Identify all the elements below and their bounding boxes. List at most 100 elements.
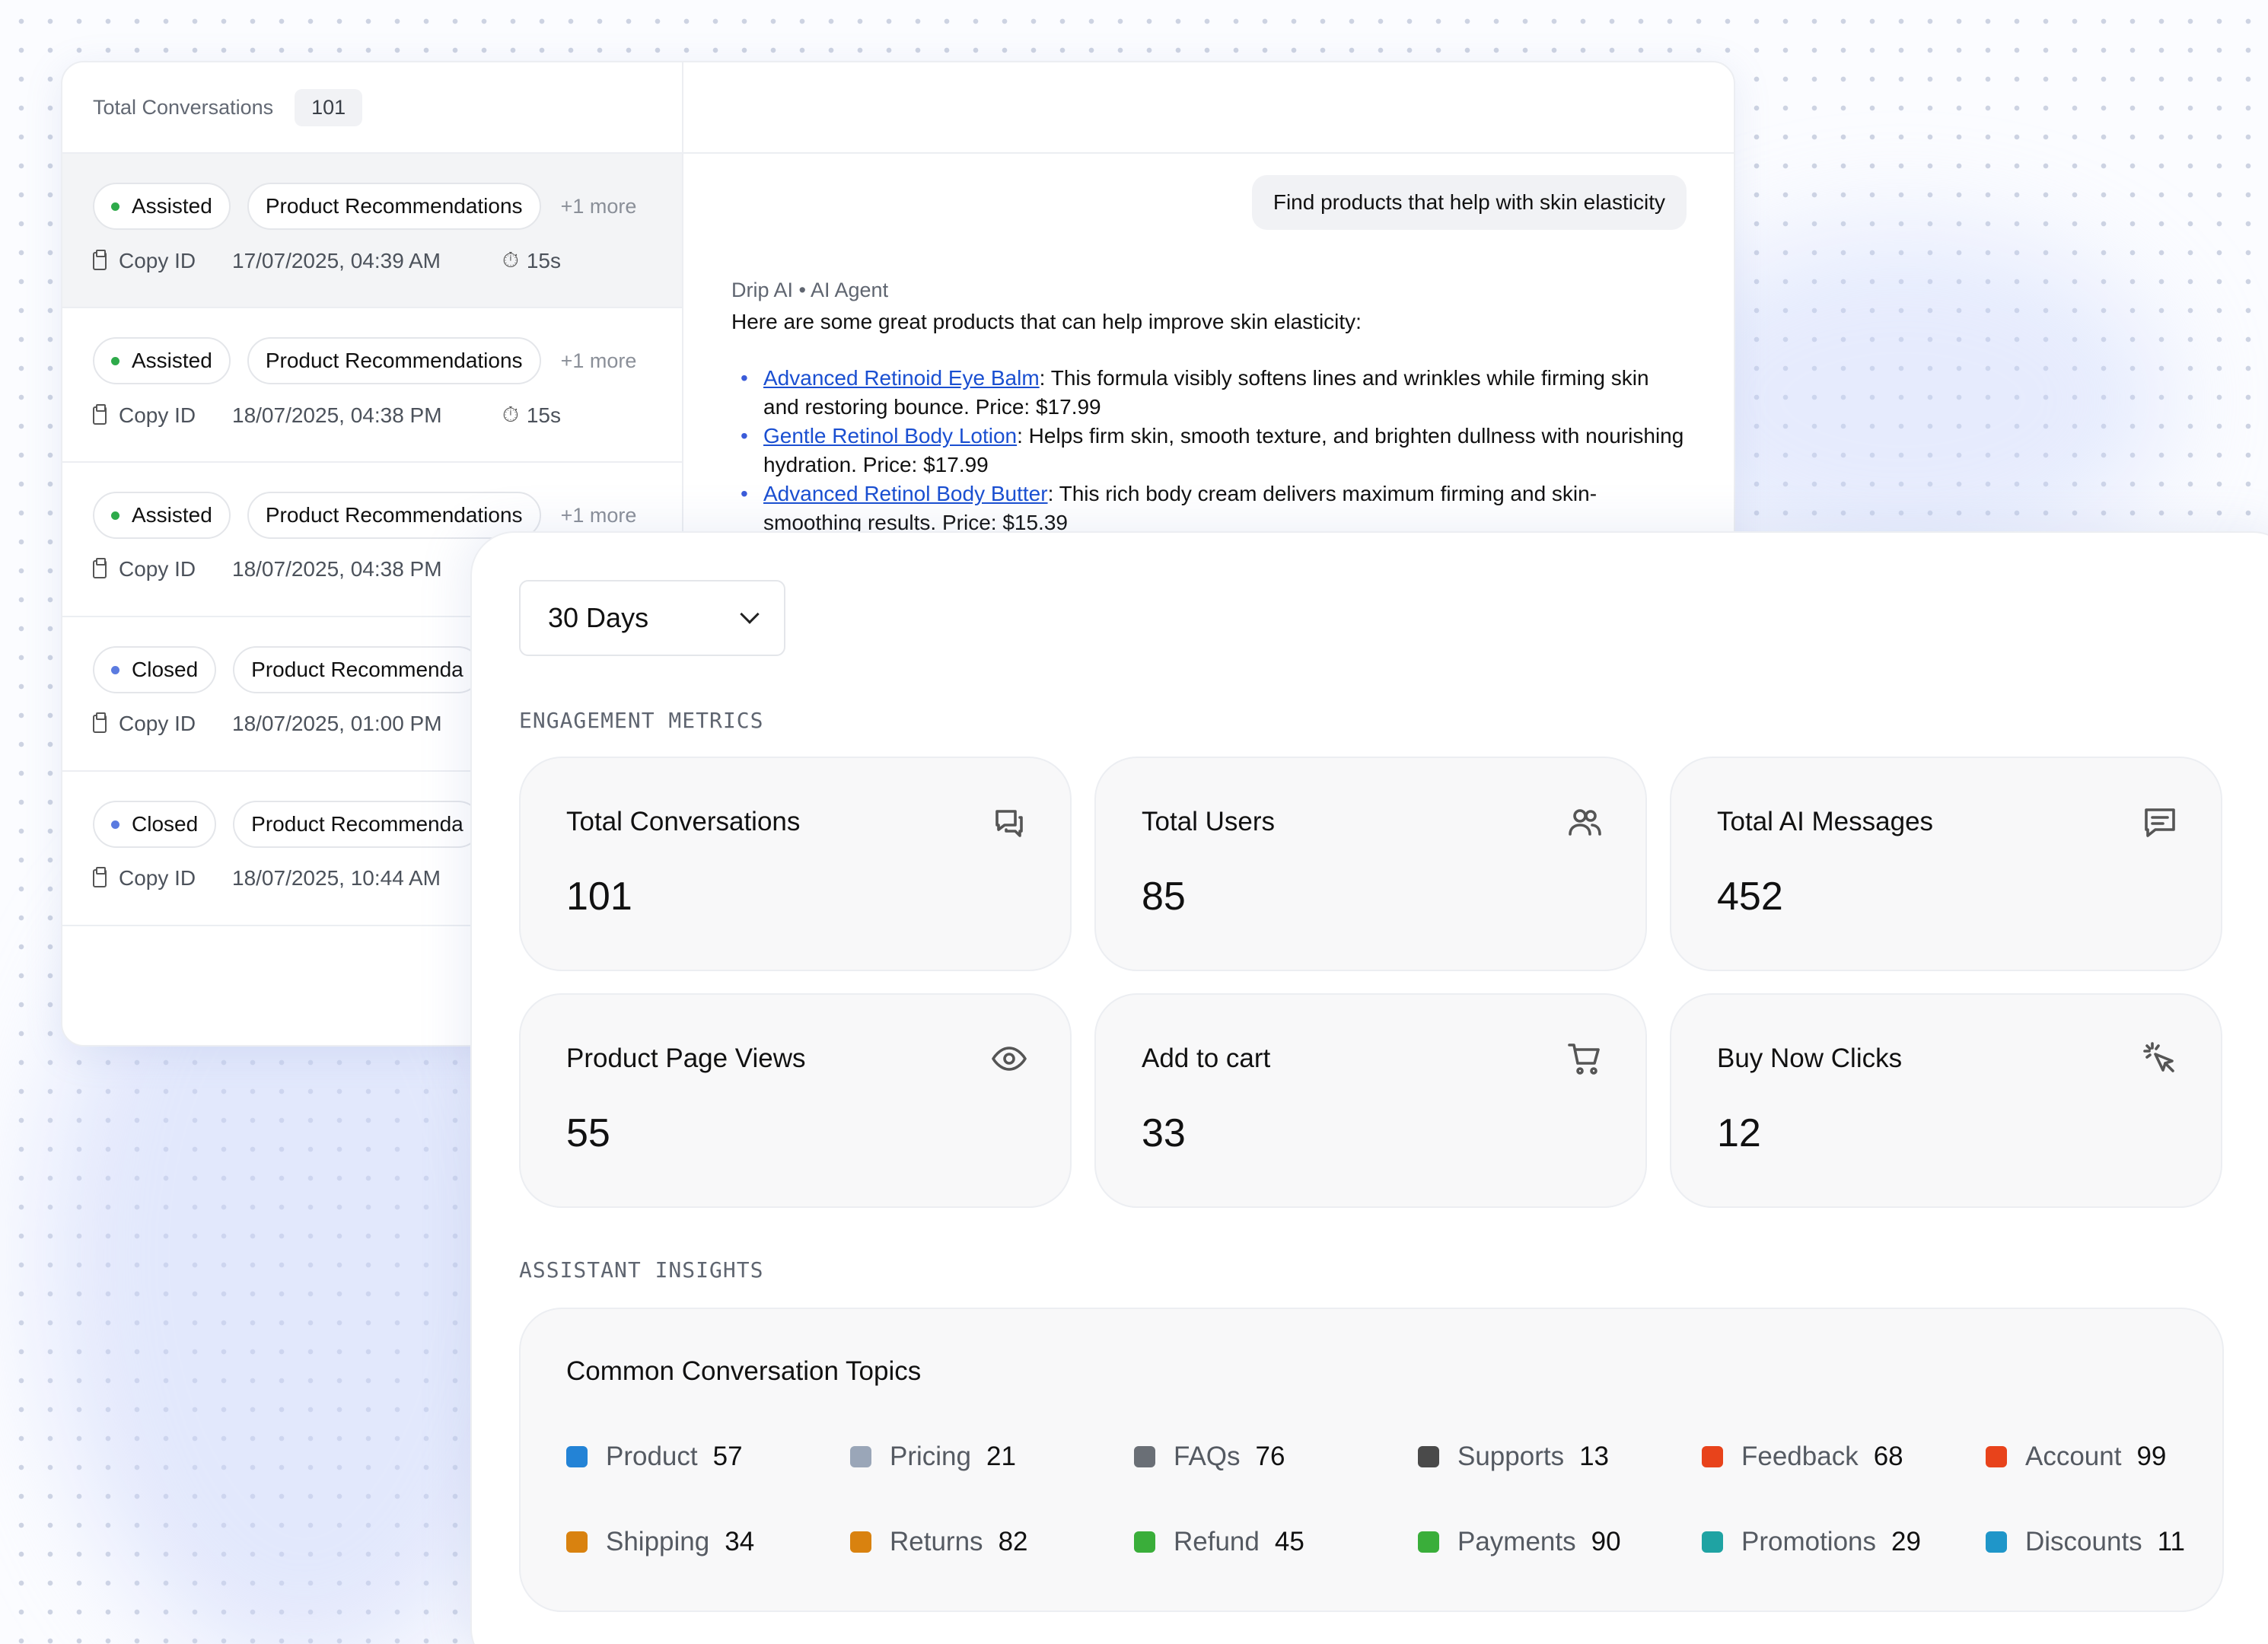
user-message: Find products that help with skin elasti… [1251,175,1687,230]
topic-item: Pricing 21 [850,1437,1134,1477]
copy-id-button[interactable]: Copy ID [119,249,225,273]
topic-color-swatch [1986,1446,2007,1467]
topic-count: 45 [1274,1527,1304,1556]
product-link[interactable]: Advanced Retinoid Eye Balm [763,366,1040,390]
conversation-timestamp: 18/07/2025, 04:38 PM [232,403,442,427]
topic-name: FAQs [1174,1442,1241,1471]
topic-count: 34 [725,1527,755,1556]
copy-id-button[interactable]: Copy ID [119,866,225,890]
product-price: $17.99 [1035,395,1101,419]
topics-title: Common Conversation Topics [566,1356,922,1386]
timer-icon: ⏱ [502,403,519,426]
topic-count: 99 [2136,1442,2167,1471]
topic-count: 13 [1579,1442,1610,1471]
clipboard-icon[interactable] [93,558,107,578]
metric-card: Add to cart 33 [1094,993,1647,1208]
conversation-count-badge: 101 [295,88,363,126]
metric-title: Total AI Messages [1717,807,1934,836]
metric-card: Buy Now Clicks 12 [1670,993,2222,1208]
topic-count: 76 [1255,1442,1285,1471]
clipboard-icon[interactable] [93,867,107,887]
topics-card: Common Conversation Topics Product 57 Pric… [519,1308,2224,1612]
topic-item: Shipping 34 [566,1522,850,1562]
insights-section-label: ASSISTANT INSIGHTS [519,1257,764,1282]
conversation-duration: 15s [526,248,561,272]
product-link[interactable]: Gentle Retinol Body Lotion [763,424,1017,448]
status-label: Closed [132,658,199,681]
copy-id-button[interactable]: Copy ID [119,712,225,736]
topics-grid: Product 57 Pricing 21 FAQs 76 Supports 13 Feedba… [566,1437,2185,1607]
status-label: Assisted [132,349,212,372]
metric-value: 55 [566,1111,610,1155]
topic-color-swatch [1702,1531,1723,1553]
topic-item: Returns 82 [850,1522,1134,1562]
topic-item: Promotions 29 [1702,1522,1986,1562]
topic-tag: Product Recommenda [233,646,482,693]
topic-name: Account [2025,1442,2122,1471]
period-select[interactable]: 30 Days [519,580,785,656]
topic-color-swatch [1418,1531,1439,1553]
topic-tag: Product Recommendations [247,337,541,384]
product-price: $17.99 [923,453,989,476]
metric-value: 12 [1717,1111,1761,1155]
topic-name: Payments [1457,1527,1576,1556]
topic-color-swatch [850,1531,871,1553]
topic-name: Feedback [1741,1442,1859,1471]
topic-item: FAQs 76 [1134,1437,1418,1477]
metric-value: 85 [1142,875,1186,919]
copy-id-button[interactable]: Copy ID [119,403,225,428]
conversation-duration: 15s [526,403,561,427]
topic-count: 68 [1873,1442,1903,1471]
status-badge: Assisted [93,183,231,230]
clipboard-icon[interactable] [93,403,107,425]
product-link[interactable]: Advanced Retinol Body Butter [763,482,1048,505]
topic-color-swatch [566,1446,588,1467]
conversation-timestamp: 18/07/2025, 04:38 PM [232,557,442,581]
conversation-tags: Assisted Product Recommendations +1 more [93,183,682,230]
more-tags-label[interactable]: +1 more [561,349,637,373]
product-list-item: Gentle Retinol Body Lotion: Helps firm s… [731,422,1690,480]
topic-name: Promotions [1741,1527,1877,1556]
topic-color-swatch [850,1446,871,1467]
metrics-panel: 30 Days ENGAGEMENT METRICS Total Convers… [470,531,2268,1644]
topic-name: Discounts [2025,1527,2142,1556]
topic-item: Discounts 11 [1986,1522,2268,1562]
eye-icon [991,1040,1027,1077]
topic-tag: Product Recommendations [247,492,541,539]
conversation-meta: Copy ID 18/07/2025, 04:38 PM ⏱ 15s [93,403,682,428]
agent-message: Drip AI • AI Agent Here are some great p… [731,276,1690,537]
topic-color-swatch [1134,1531,1155,1553]
conversation-item[interactable]: Assisted Product Recommendations +1 more Co… [62,154,682,308]
topic-item: Account 99 [1986,1437,2268,1477]
metric-title: Total Users [1142,807,1276,836]
topic-name: Returns [890,1527,983,1556]
metric-title: Product Page Views [566,1043,806,1073]
clipboard-icon[interactable] [93,249,107,270]
topic-color-swatch [1702,1446,1723,1467]
chat-header [683,62,1734,154]
product-list: Advanced Retinoid Eye Balm: This formula… [731,364,1690,537]
conversation-timestamp: 18/07/2025, 10:44 AM [232,866,441,890]
topic-name: Shipping [606,1527,710,1556]
topic-name: Product [606,1442,698,1471]
status-dot [111,356,119,365]
more-tags-label[interactable]: +1 more [561,504,637,527]
metric-value: 452 [1717,875,1783,919]
conversation-item[interactable]: Assisted Product Recommendations +1 more Co… [62,308,682,463]
topic-item: Feedback 68 [1702,1437,1986,1477]
status-label: Assisted [132,503,212,527]
agent-intro: Here are some great products that can he… [731,310,1362,333]
metric-title: Buy Now Clicks [1717,1043,1903,1073]
metric-card: Total Conversations 101 [519,757,1072,971]
clipboard-icon[interactable] [93,712,107,733]
copy-id-button[interactable]: Copy ID [119,557,225,581]
topic-name: Refund [1174,1527,1260,1556]
metric-title: Add to cart [1142,1043,1271,1073]
metric-value: 33 [1142,1111,1186,1155]
topic-count: 21 [986,1442,1016,1471]
conversation-tags: Assisted Product Recommendations +1 more [93,337,682,384]
topic-color-swatch [1418,1446,1439,1467]
users-icon [1566,804,1603,840]
status-badge: Assisted [93,492,231,539]
more-tags-label[interactable]: +1 more [561,195,637,218]
